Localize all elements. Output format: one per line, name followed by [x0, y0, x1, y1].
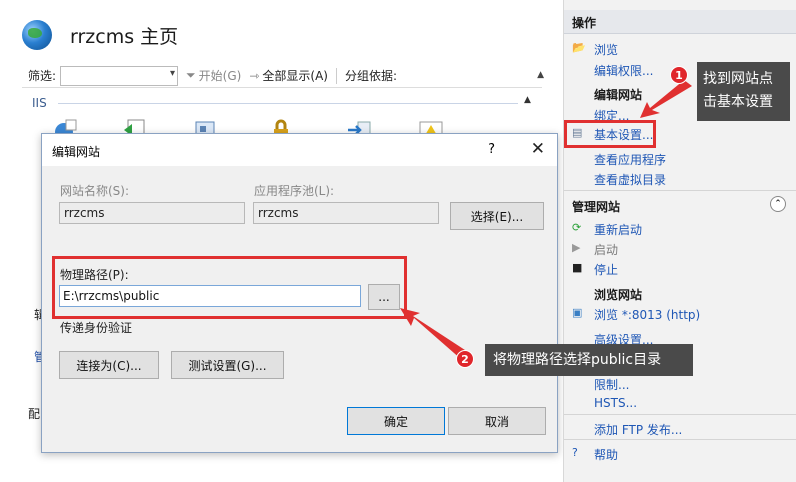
- basic-settings-highlight: [564, 120, 656, 148]
- step2-badge: 2: [456, 350, 474, 368]
- physical-path-highlight: [52, 256, 407, 319]
- step1-badge: 1: [670, 66, 688, 84]
- step1-arrow: [640, 80, 692, 118]
- step1-callout: 找到网站点 击基本设置: [697, 62, 790, 121]
- step2-callout: 将物理路径选择public目录: [485, 344, 693, 376]
